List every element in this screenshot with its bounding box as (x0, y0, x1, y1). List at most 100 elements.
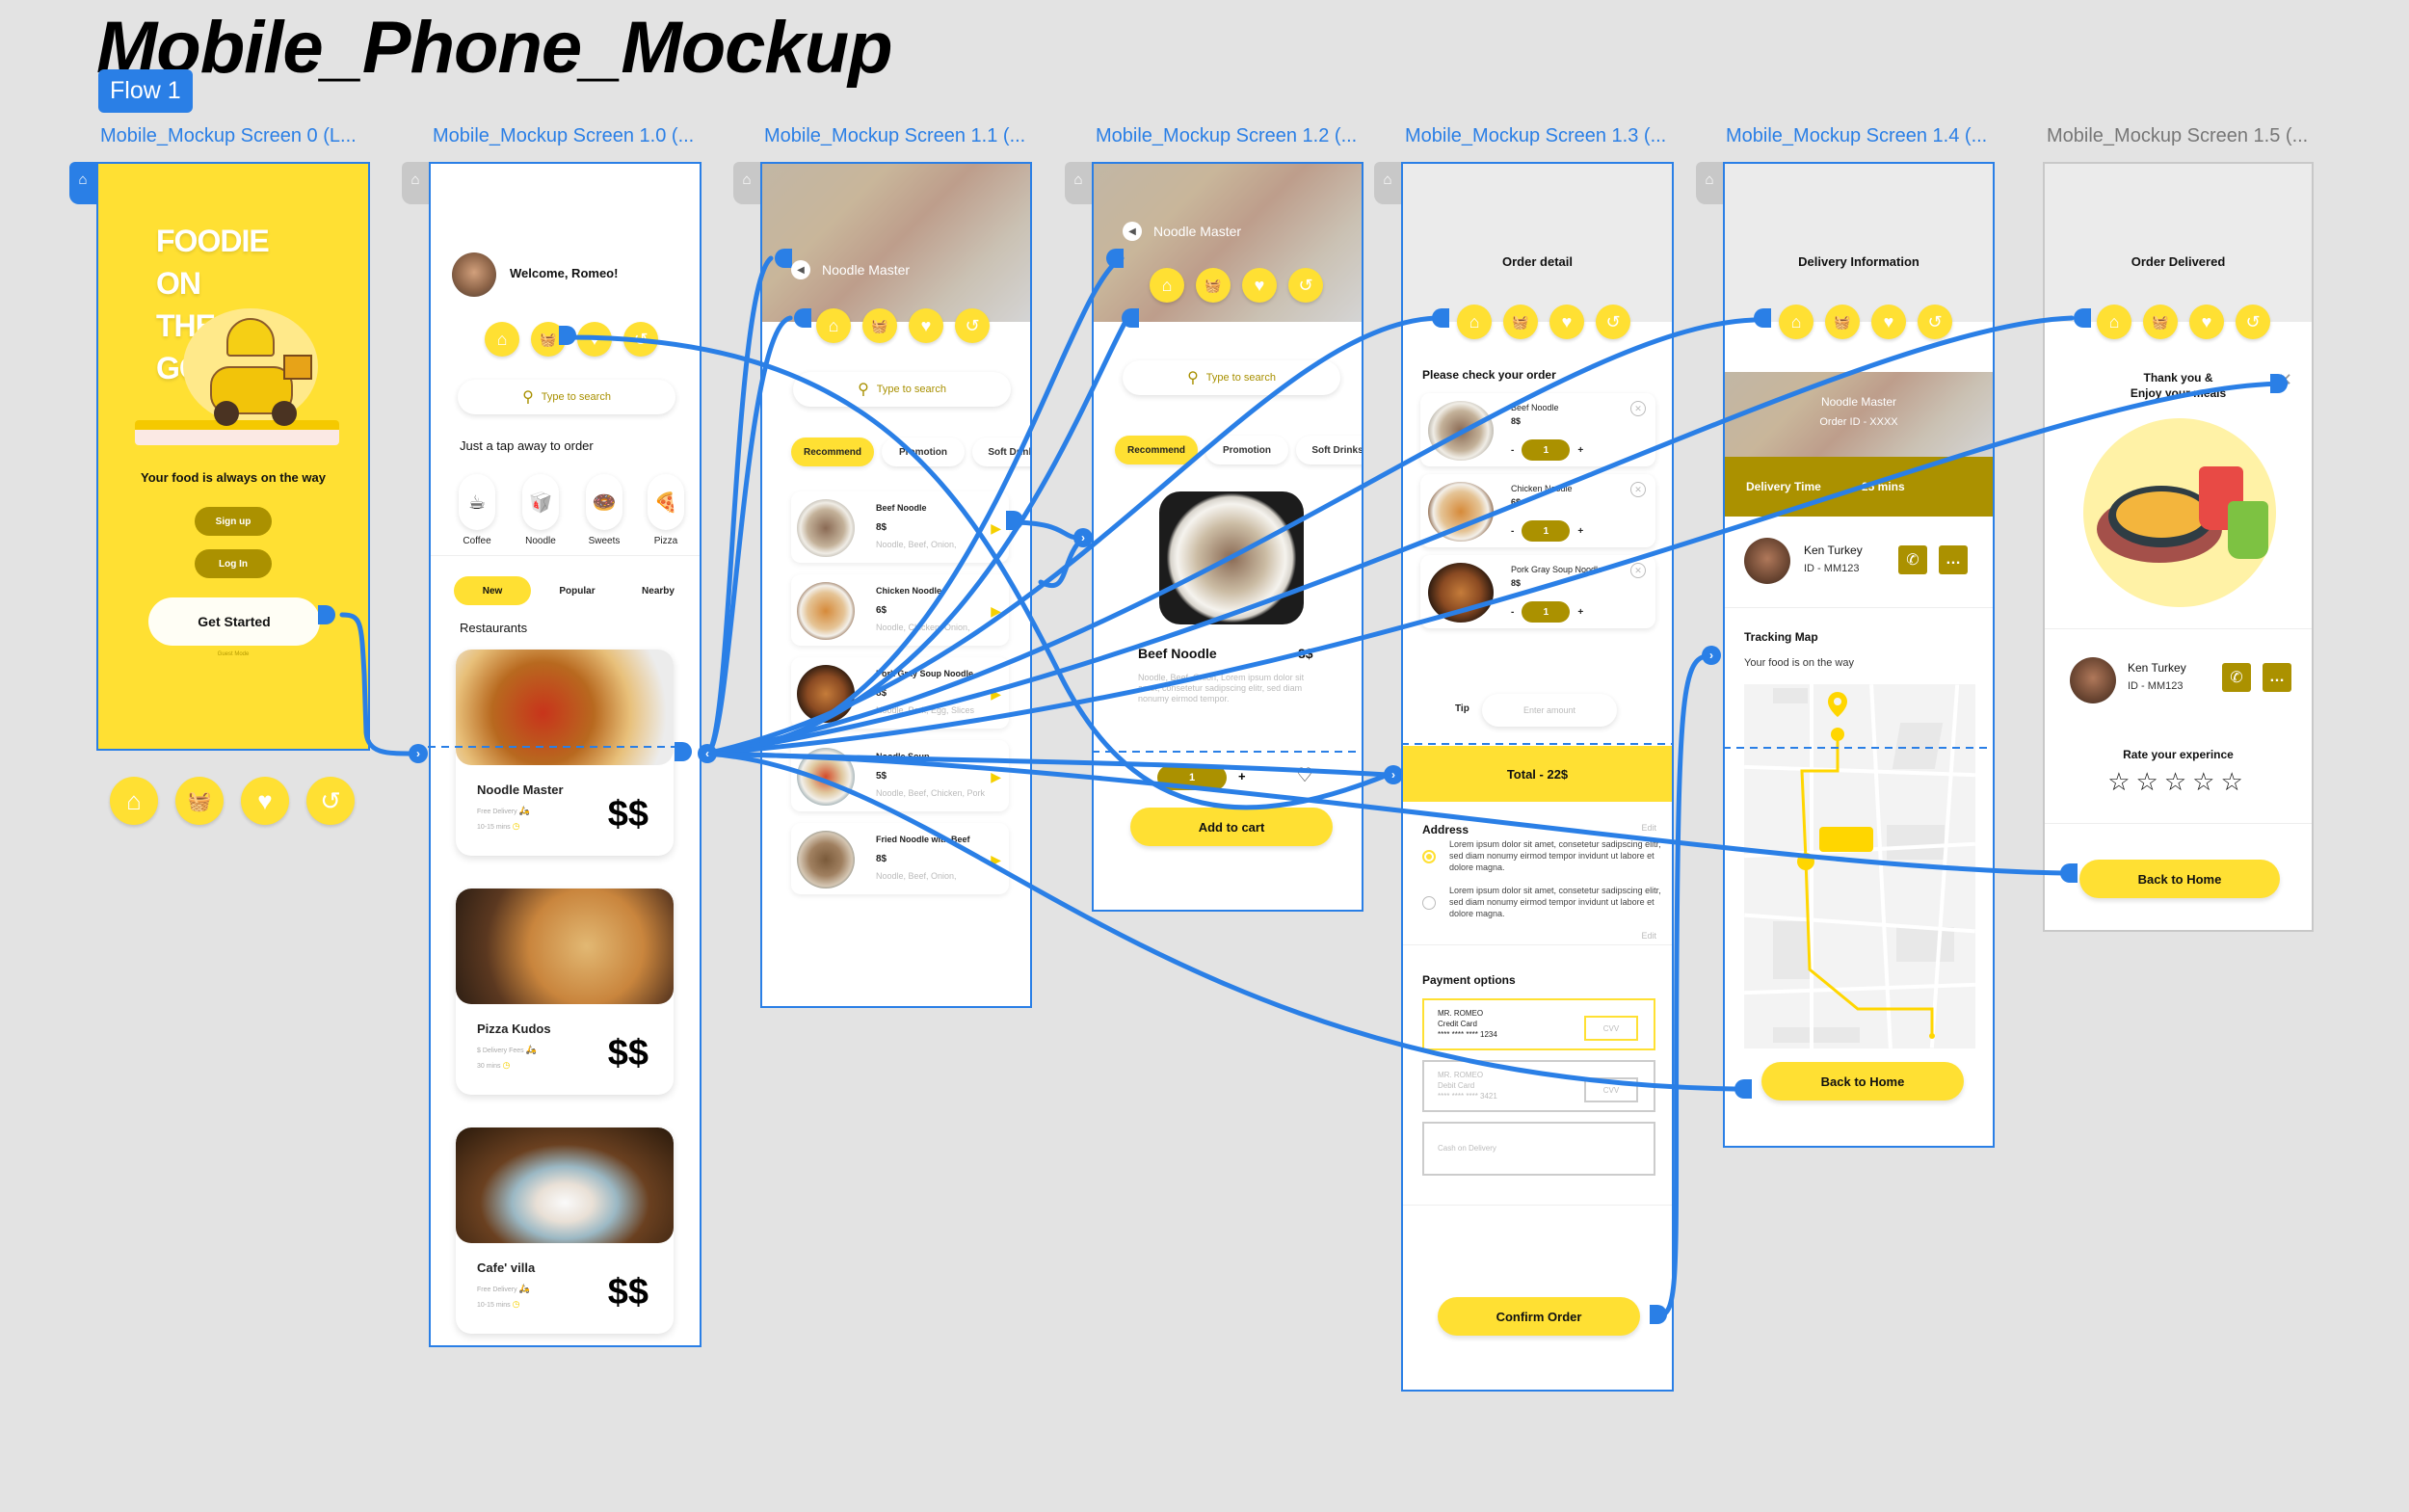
chevron-right-icon[interactable]: › (1702, 646, 1721, 665)
search-input[interactable]: ⚲ Type to search (1123, 360, 1340, 395)
home-flag-icon[interactable]: ⌂ (1065, 162, 1092, 204)
frame-label-screen-1-4[interactable]: Mobile_Mockup Screen 1.4 (... (1726, 125, 1987, 147)
category-noodle[interactable]: 🥡 Noodle (514, 474, 568, 546)
frame-label-screen-0[interactable]: Mobile_Mockup Screen 0 (L... (100, 125, 357, 147)
basket-icon[interactable]: 🧺 (1196, 268, 1231, 303)
home-flag-icon[interactable]: ⌂ (1374, 162, 1401, 204)
order-item[interactable]: Beef Noodle 8$ ✕ -1 + (1420, 393, 1655, 466)
basket-icon[interactable]: 🧺 (2143, 305, 2178, 339)
plus-button[interactable]: + (1238, 769, 1246, 783)
minus-button[interactable]: - (1511, 607, 1514, 618)
screen-0-landing[interactable]: FOODIE ON THE GO Your food is always on … (96, 162, 370, 751)
sign-up-button[interactable]: Sign up (195, 507, 272, 536)
home-flag-icon[interactable]: ⌂ (402, 162, 429, 204)
home-icon[interactable]: ⌂ (2097, 305, 2131, 339)
tab-new[interactable]: New (454, 576, 531, 605)
restaurant-card[interactable]: Cafe' villa Free Delivery 🛵 10-15 mins ◷… (456, 1127, 674, 1334)
frame-label-screen-1-1[interactable]: Mobile_Mockup Screen 1.1 (... (764, 125, 1025, 147)
menu-item[interactable]: Pork Gray Soup Noodle 8$ Noodle, Pork, E… (791, 657, 1009, 729)
hotspot-connector[interactable] (2074, 308, 2091, 328)
star-icon[interactable]: ☆ (2192, 767, 2220, 796)
restaurant-card[interactable]: Noodle Master Free Delivery 🛵 10-15 mins… (456, 650, 674, 856)
home-icon[interactable]: ⌂ (1150, 268, 1184, 303)
remove-item-icon[interactable]: ✕ (1630, 401, 1646, 416)
category-pizza[interactable]: 🍕 Pizza (639, 474, 693, 546)
menu-item[interactable]: Noodle Soup 5$ Noodle, Beef, Chicken, Po… (791, 740, 1009, 811)
back-icon[interactable]: ◀ (1123, 222, 1142, 241)
hotspot-connector[interactable] (1734, 1079, 1752, 1099)
address-radio-selected[interactable] (1422, 850, 1436, 863)
history-icon[interactable]: ↺ (623, 322, 658, 357)
tab-recommend[interactable]: Recommend (791, 438, 874, 466)
plus-button[interactable]: + (1577, 526, 1583, 537)
payment-option-credit[interactable]: MR. ROMEO Credit Card **** **** **** 1234 … (1422, 998, 1655, 1050)
history-icon[interactable]: ↺ (955, 308, 990, 343)
frame-label-screen-1-0[interactable]: Mobile_Mockup Screen 1.0 (... (433, 125, 694, 147)
menu-item[interactable]: Beef Noodle 8$ Noodle, Beef, Onion, ▶ (791, 491, 1009, 563)
log-in-button[interactable]: Log In (195, 549, 272, 578)
hotspot-connector[interactable] (1432, 308, 1449, 328)
heart-icon[interactable]: ♥ (909, 308, 943, 343)
star-icon[interactable]: ☆ (2136, 767, 2164, 796)
heart-icon[interactable]: ♥ (577, 322, 612, 357)
basket-icon[interactable]: 🧺 (862, 308, 897, 343)
cvv-input[interactable]: CVV (1584, 1077, 1638, 1102)
home-icon[interactable]: ⌂ (485, 322, 519, 357)
edit-address-link[interactable]: Edit (1641, 823, 1656, 833)
home-icon[interactable]: ⌂ (1779, 305, 1813, 339)
payment-option-cash[interactable]: Cash on Delivery (1422, 1122, 1655, 1176)
history-icon[interactable]: ↺ (2236, 305, 2270, 339)
arrow-right-icon[interactable]: ▶ (991, 769, 1001, 785)
restaurant-card[interactable]: Pizza Kudos $ Delivery Fees 🛵 30 mins ◷ … (456, 889, 674, 1095)
screen-1-3-order-detail[interactable]: Order detail ⌂ 🧺 ♥ ↺ Please check your o… (1401, 162, 1674, 1392)
category-coffee[interactable]: ☕ Coffee (450, 474, 504, 546)
quantity-value[interactable]: 1 (1522, 439, 1571, 461)
menu-item[interactable]: Fried Noodle with Beef 8$ Noodle, Beef, … (791, 823, 1009, 894)
cvv-input[interactable]: CVV (1584, 1016, 1638, 1041)
arrow-right-icon[interactable]: ▶ (991, 852, 1001, 868)
hotspot-connector[interactable] (1122, 308, 1139, 328)
home-icon[interactable]: ⌂ (110, 777, 158, 825)
screen-1-1-restaurant-menu[interactable]: ◀ Noodle Master ⌂ 🧺 ♥ ↺ ⚲ Type to search… (760, 162, 1032, 1008)
frame-label-screen-1-3[interactable]: Mobile_Mockup Screen 1.3 (... (1405, 125, 1666, 147)
back-icon[interactable]: ◀ (791, 260, 810, 279)
star-icon[interactable]: ☆ (2164, 767, 2192, 796)
phone-icon[interactable]: ✆ (2222, 663, 2251, 692)
plus-button[interactable]: + (1577, 445, 1583, 456)
frame-label-screen-1-5[interactable]: Mobile_Mockup Screen 1.5 (... (2047, 125, 2308, 147)
tab-soft-drinks[interactable]: Soft Drinks (972, 438, 1030, 466)
frame-label-screen-1-2[interactable]: Mobile_Mockup Screen 1.2 (... (1096, 125, 1357, 147)
remove-item-icon[interactable]: ✕ (1630, 563, 1646, 578)
category-sweets[interactable]: 🍩 Sweets (577, 474, 631, 546)
get-started-button[interactable]: Get Started (148, 597, 320, 646)
hotspot-connector[interactable] (794, 308, 811, 328)
history-icon[interactable]: ↺ (306, 777, 355, 825)
hotspot-connector[interactable] (2060, 863, 2078, 883)
heart-icon[interactable]: ♥ (1549, 305, 1584, 339)
tab-promotion[interactable]: Promotion (1205, 436, 1288, 464)
home-flag-icon[interactable]: ⌂ (733, 162, 760, 204)
chat-icon[interactable]: … (1939, 545, 1968, 574)
heart-icon[interactable]: ♥ (2189, 305, 2224, 339)
heart-outline-icon[interactable]: ♡ (1296, 763, 1313, 787)
home-icon[interactable]: ⌂ (1457, 305, 1492, 339)
search-input[interactable]: ⚲ Type to search (458, 380, 675, 414)
chevron-right-icon[interactable]: › (409, 744, 428, 763)
remove-item-icon[interactable]: ✕ (1630, 482, 1646, 497)
basket-icon[interactable]: 🧺 (1825, 305, 1860, 339)
add-to-cart-button[interactable]: Add to cart (1130, 808, 1333, 846)
confirm-order-button[interactable]: Confirm Order (1438, 1297, 1640, 1336)
edit-address-link[interactable]: Edit (1641, 931, 1656, 941)
phone-icon[interactable]: ✆ (1898, 545, 1927, 574)
star-icon[interactable]: ☆ (2107, 767, 2135, 796)
tip-input[interactable]: Enter amount (1482, 694, 1617, 727)
chevron-left-icon[interactable]: ‹ (698, 744, 717, 763)
arrow-right-icon[interactable]: ▶ (991, 686, 1001, 703)
hotspot-connector[interactable] (1754, 308, 1771, 328)
star-rating[interactable]: ☆☆☆☆☆ (2045, 767, 2312, 797)
arrow-right-icon[interactable]: ▶ (991, 603, 1001, 620)
star-icon[interactable]: ☆ (2220, 767, 2248, 796)
home-flag-icon[interactable]: ⌂ (1696, 162, 1723, 204)
payment-option-debit[interactable]: MR. ROMEO Debit Card **** **** **** 3421 C… (1422, 1060, 1655, 1112)
tracking-map[interactable] (1744, 684, 1975, 1048)
